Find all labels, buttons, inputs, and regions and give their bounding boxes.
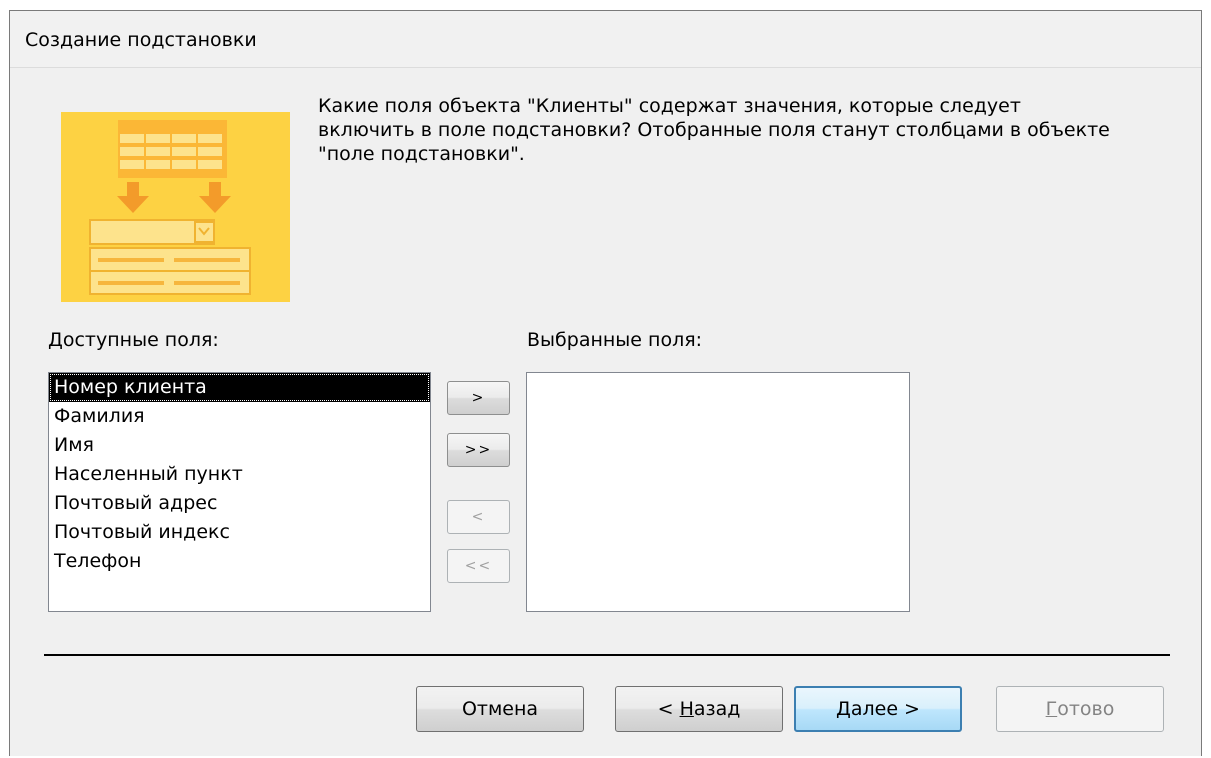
footer-separator	[44, 654, 1170, 656]
next-button-label: алее >	[850, 698, 920, 720]
back-button-accesskey: Н	[679, 698, 694, 720]
list-item[interactable]: Населенный пункт	[49, 460, 430, 489]
list-item[interactable]: Телефон	[49, 547, 430, 576]
back-button-label: азад	[693, 698, 741, 720]
back-button[interactable]: < Назад	[615, 686, 783, 732]
finish-button-accesskey: Г	[1045, 698, 1058, 720]
available-fields-label: Доступные поля:	[48, 329, 219, 351]
remove-all-fields-button[interactable]: <<	[447, 549, 510, 583]
remove-field-button[interactable]: <	[447, 500, 510, 534]
add-all-fields-button[interactable]: >>	[447, 433, 510, 467]
list-item[interactable]: Номер клиента	[49, 373, 430, 402]
finish-button-label: отово	[1057, 698, 1115, 720]
back-button-prefix: <	[657, 698, 680, 720]
selected-fields-label: Выбранные поля:	[527, 329, 703, 351]
title-bar[interactable]: Создание подстановки	[10, 11, 1201, 68]
list-item[interactable]: Имя	[49, 431, 430, 460]
selected-fields-list[interactable]	[526, 372, 910, 612]
lookup-wizard-icon	[61, 112, 290, 302]
list-item[interactable]: Почтовый адрес	[49, 489, 430, 518]
cancel-button[interactable]: Отмена	[416, 686, 584, 732]
add-field-button[interactable]: >	[447, 381, 510, 415]
list-item[interactable]: Фамилия	[49, 402, 430, 431]
window-title: Создание подстановки	[25, 29, 257, 51]
wizard-question: Какие поля объекта "Клиенты" содержат зн…	[318, 95, 1110, 165]
finish-button[interactable]: Готово	[996, 686, 1164, 732]
list-item[interactable]: Почтовый индекс	[49, 518, 430, 547]
available-fields-list[interactable]: Номер клиента Фамилия Имя Населенный пун…	[48, 372, 431, 612]
next-button-accesskey: Д	[836, 698, 851, 720]
next-button[interactable]: Далее >	[794, 686, 962, 732]
